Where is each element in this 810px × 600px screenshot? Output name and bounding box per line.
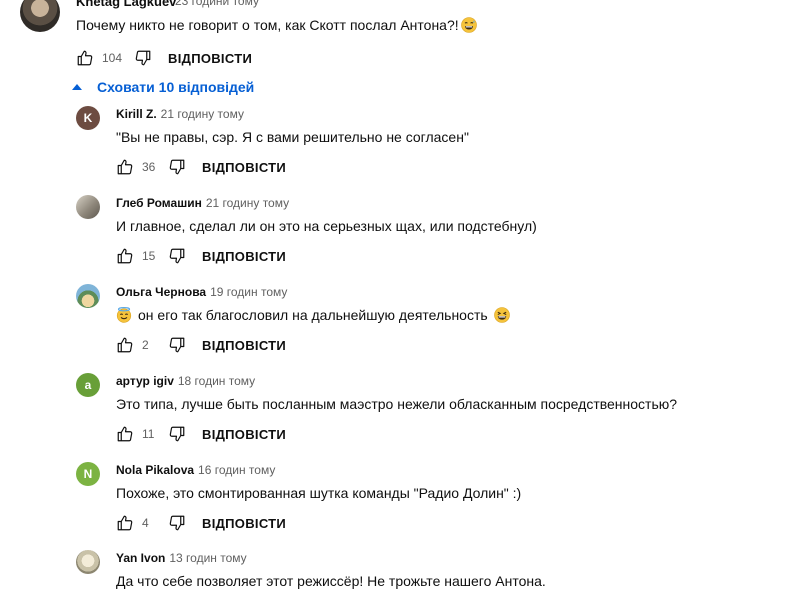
like-count: 4 — [142, 516, 149, 530]
comment-time[interactable]: 18 годин тому — [178, 374, 255, 388]
reply-item: Yan Ivon 13 годин тому Да что себе позвол… — [0, 550, 810, 600]
avatar[interactable] — [76, 195, 100, 219]
comment-actions: 11 ВІДПОВІСТИ — [116, 424, 286, 444]
comment-author: Глеб Ромашин 21 годину тому — [116, 196, 289, 210]
comment-text: Похоже, это смонтированная шутка команды… — [116, 485, 522, 501]
like-count: 11 — [142, 427, 155, 441]
like-count: 104 — [102, 51, 123, 65]
comment-text: он его так благословил на дальнейшую дея… — [116, 307, 510, 323]
thumbs-down-icon[interactable] — [168, 425, 186, 443]
comment-actions: 2 ВІДПОВІСТИ — [116, 335, 286, 355]
thumbs-up-icon[interactable] — [116, 514, 134, 532]
avatar-letter: K — [83, 111, 93, 125]
reply-button[interactable]: ВІДПОВІСТИ — [202, 338, 286, 353]
author-name[interactable]: Глеб Ромашин — [116, 196, 202, 210]
comment-author[interactable]: Knetag Lagkuev — [76, 0, 176, 9]
thumbs-down-icon[interactable] — [168, 247, 186, 265]
reply-item: K Kirill Z. 21 годину тому "Вы не правы, … — [0, 106, 810, 186]
avatar[interactable]: N — [76, 462, 100, 486]
thumbs-down-icon[interactable] — [168, 514, 186, 532]
thumbs-up-icon[interactable] — [76, 49, 94, 67]
comment-time[interactable]: 21 годину тому — [206, 196, 289, 210]
thumbs-down-icon[interactable] — [134, 49, 152, 67]
reply-button[interactable]: ВІДПОВІСТИ — [168, 51, 252, 66]
author-name[interactable]: Kirill Z. — [116, 107, 157, 121]
comment-text: "Вы не правы, сэр. Я с вами решительно н… — [116, 129, 469, 145]
comment-text: Это типа, лучше быть посланным маэстро н… — [116, 396, 678, 412]
comment-actions: 4 ВІДПОВІСТИ — [116, 513, 286, 533]
hide-replies-label: Сховати 10 відповідей — [97, 79, 255, 95]
thumbs-up-icon[interactable] — [116, 158, 134, 176]
comment-author: артур igiv 18 годин тому — [116, 374, 255, 388]
grinning-sweat-emoji — [460, 17, 477, 33]
like-count: 36 — [142, 160, 156, 174]
comment-actions: 104 ВІДПОВІСТИ — [76, 48, 252, 68]
avatar-letter: N — [83, 467, 93, 481]
comment-time[interactable]: 21 годину тому — [161, 107, 244, 121]
comment-author: Nola Pikalova 16 годин тому — [116, 463, 275, 477]
reply-item: Глеб Ромашин 21 годину тому И главное, сд… — [0, 195, 810, 275]
avatar-letter: a — [84, 378, 92, 392]
grinning-squinting-emoji — [493, 307, 510, 323]
reply-button[interactable]: ВІДПОВІСТИ — [202, 249, 286, 264]
thumbs-up-icon[interactable] — [116, 425, 134, 443]
like-count: 2 — [142, 338, 149, 352]
comment-text-content: он его так благословил на дальнейшую дея… — [138, 307, 488, 323]
avatar[interactable] — [76, 550, 100, 574]
author-name[interactable]: артур igiv — [116, 374, 174, 388]
comment-author: Yan Ivon 13 годин тому — [116, 551, 247, 565]
comments-thread: Knetag Lagkuev 23 години тому Почему ник… — [0, 0, 810, 600]
reply-item: a артур igiv 18 годин тому Это типа, лучш… — [0, 373, 810, 453]
author-name[interactable]: Yan Ivon — [116, 551, 165, 565]
comment-text: Да что себе позволяет этот режиссёр! Не … — [116, 573, 546, 589]
avatar[interactable] — [20, 0, 60, 32]
reply-button[interactable]: ВІДПОВІСТИ — [202, 427, 286, 442]
author-name[interactable]: Nola Pikalova — [116, 463, 194, 477]
avatar[interactable] — [76, 284, 100, 308]
avatar[interactable]: a — [76, 373, 100, 397]
hide-replies-button[interactable]: Сховати 10 відповідей — [72, 77, 254, 97]
comment-time[interactable]: 23 години тому — [175, 0, 259, 8]
avatar[interactable]: K — [76, 106, 100, 130]
comment-time[interactable]: 16 годин тому — [198, 463, 275, 477]
comment-author: Ольга Чернова 19 годин тому — [116, 285, 287, 299]
comment-actions: 36 ВІДПОВІСТИ — [116, 157, 286, 177]
like-count: 15 — [142, 249, 156, 263]
thumbs-down-icon[interactable] — [168, 158, 186, 176]
reply-item: Ольга Чернова 19 годин тому он его так бл… — [0, 284, 810, 364]
comment-text: Почему никто не говорит о том, как Скотт… — [76, 17, 477, 33]
comment-text: И главное, сделал ли он это на серьезных… — [116, 218, 537, 234]
reply-button[interactable]: ВІДПОВІСТИ — [202, 160, 286, 175]
comment-author: Kirill Z. 21 годину тому — [116, 107, 244, 121]
comment-time[interactable]: 19 годин тому — [210, 285, 287, 299]
smiling-halo-emoji — [116, 307, 132, 323]
reply-item: N Nola Pikalova 16 годин тому Похоже, это… — [0, 462, 810, 542]
reply-button[interactable]: ВІДПОВІСТИ — [202, 516, 286, 531]
author-name[interactable]: Ольга Чернова — [116, 285, 206, 299]
thumbs-down-icon[interactable] — [168, 336, 186, 354]
comment-text-content: Почему никто не говорит о том, как Скотт… — [76, 17, 459, 33]
comment-time[interactable]: 13 годин тому — [169, 551, 246, 565]
caret-up-icon — [72, 84, 82, 90]
thumbs-up-icon[interactable] — [116, 336, 134, 354]
thumbs-up-icon[interactable] — [116, 247, 134, 265]
comment-actions: 15 ВІДПОВІСТИ — [116, 246, 286, 266]
